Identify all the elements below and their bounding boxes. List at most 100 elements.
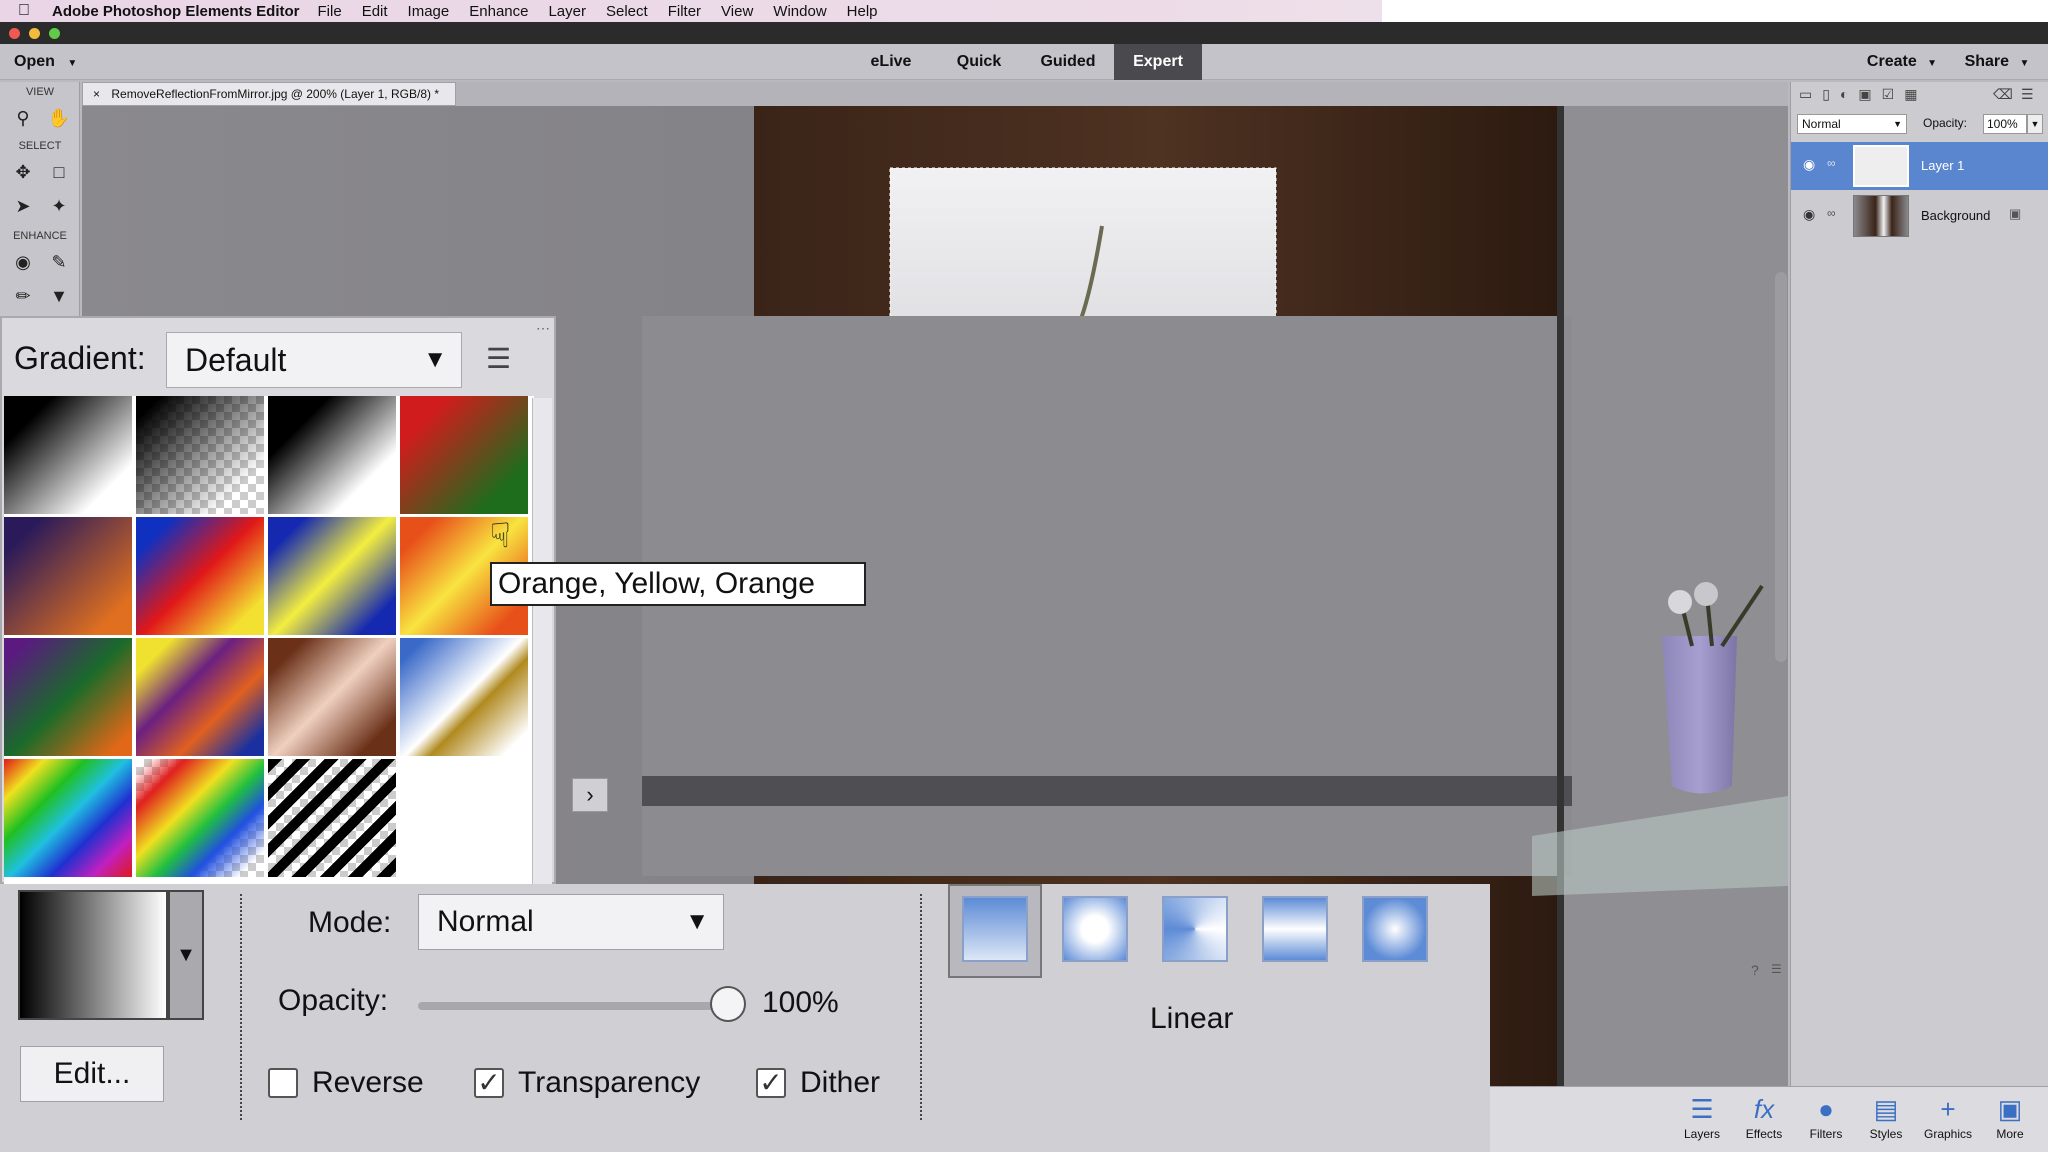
red-eye-tool-icon[interactable]: ◉ xyxy=(8,248,38,276)
reflected-gradient-button[interactable] xyxy=(1262,896,1328,962)
open-label: Open xyxy=(14,53,55,70)
magic-wand-tool-icon[interactable]: ✦ xyxy=(44,192,74,220)
eye-visibility-icon[interactable]: ◉ xyxy=(1803,156,1815,173)
tab-expert[interactable]: Expert xyxy=(1114,44,1202,80)
layer-thumbnail xyxy=(1853,145,1909,187)
blue-red-yellow-gradient-swatch[interactable] xyxy=(136,517,264,635)
transparent-stripes-gradient-swatch[interactable] xyxy=(268,759,396,877)
zoom-window-button[interactable] xyxy=(49,28,60,39)
menu-help[interactable]: Help xyxy=(847,3,878,20)
menu-layer[interactable]: Layer xyxy=(548,3,586,20)
move-tool-icon[interactable]: ✥ xyxy=(8,158,38,186)
layer-row[interactable]: ◉ ∞ Layer 1 xyxy=(1791,142,2048,190)
gradient-preset-select[interactable]: Default ▼ xyxy=(166,332,462,388)
app-name-menu[interactable]: Adobe Photoshop Elements Editor xyxy=(52,3,300,20)
apple-menu-icon[interactable]:  xyxy=(18,2,40,20)
angle-gradient-button[interactable] xyxy=(1162,896,1228,962)
diamond-gradient-button[interactable] xyxy=(1362,896,1428,962)
menu-filter[interactable]: Filter xyxy=(668,3,701,20)
smart-brush-tool-icon[interactable]: ✏ xyxy=(8,282,38,310)
options-menu-icon[interactable]: ☰ xyxy=(1771,962,1782,976)
link-icon[interactable]: ∞ xyxy=(1827,156,1836,170)
black-white-gradient-swatch[interactable] xyxy=(268,396,396,514)
opacity-slider-thumb[interactable] xyxy=(710,986,746,1022)
effects-panel-button[interactable]: fx Effects xyxy=(1736,1087,1792,1141)
violet-orange-gradient-swatch[interactable] xyxy=(4,517,132,635)
edit-gradient-button[interactable]: Edit... xyxy=(20,1046,164,1102)
yellow-violet-orange-blue-gradient-swatch[interactable] xyxy=(136,638,264,756)
toolbox-select-heading: SELECT xyxy=(18,140,62,152)
opacity-slider-track[interactable] xyxy=(418,1002,744,1010)
mode-select[interactable]: Normal ▼ xyxy=(418,894,724,950)
copper-gradient-swatch[interactable] xyxy=(268,638,396,756)
linear-gradient-button[interactable] xyxy=(962,896,1028,962)
expand-right-button[interactable]: › xyxy=(572,778,608,812)
layer-name: Background xyxy=(1921,208,1991,223)
blend-mode-select[interactable]: Normal ▼ xyxy=(1797,114,1907,134)
close-window-button[interactable] xyxy=(9,28,20,39)
new-group-icon[interactable]: ▯ xyxy=(1822,86,1840,102)
panel-menu-icon[interactable]: ☰ xyxy=(2021,86,2034,103)
chrome-gradient-swatch[interactable] xyxy=(400,638,528,756)
tab-quick[interactable]: Quick xyxy=(944,44,1014,80)
zoom-tool-icon[interactable]: ⚲ xyxy=(8,104,38,132)
menu-edit[interactable]: Edit xyxy=(362,3,388,20)
new-layer-icon[interactable]: ▭ xyxy=(1799,86,1822,102)
menu-enhance[interactable]: Enhance xyxy=(469,3,528,20)
layers-panel-button[interactable]: ☰ Layers xyxy=(1674,1087,1730,1141)
menu-image[interactable]: Image xyxy=(408,3,450,20)
share-button[interactable]: Share ▼ xyxy=(1960,44,2034,80)
filters-panel-button[interactable]: ● Filters xyxy=(1798,1087,1854,1141)
lock-icon[interactable]: ▣ xyxy=(2009,206,2021,222)
document-tab[interactable]: × RemoveReflectionFromMirror.jpg @ 200% … xyxy=(82,82,456,106)
lock-all-icon[interactable]: ▦ xyxy=(1904,86,1927,102)
open-button[interactable]: Open ▼ xyxy=(14,44,94,80)
clone-stamp-tool-icon[interactable]: ▼ xyxy=(44,282,74,310)
tab-guided[interactable]: Guided xyxy=(1030,44,1106,80)
trash-icon[interactable]: ⌫ xyxy=(1993,86,2013,103)
layer-row[interactable]: ◉ ∞ Background ▣ xyxy=(1791,192,2048,240)
radial-gradient-button[interactable] xyxy=(1062,896,1128,962)
link-icon[interactable]: ∞ xyxy=(1827,206,1836,220)
chevron-down-icon[interactable]: ▼ xyxy=(168,890,204,1020)
transparent-rainbow-gradient-swatch[interactable] xyxy=(136,759,264,877)
swatch-scrollbar[interactable] xyxy=(532,398,552,884)
menu-view[interactable]: View xyxy=(721,3,753,20)
spot-healing-tool-icon[interactable]: ✎ xyxy=(44,248,74,276)
resize-grip-icon[interactable]: ⋯ xyxy=(536,320,550,337)
layer-opacity-input[interactable]: 100% xyxy=(1983,114,2027,134)
gradient-type-label: Linear xyxy=(1150,1002,1234,1035)
foreground-to-transparent-gradient-swatch[interactable] xyxy=(136,396,264,514)
styles-panel-button[interactable]: ▤ Styles xyxy=(1858,1087,1914,1141)
picker-menu-icon[interactable]: ☰ xyxy=(486,342,511,375)
gradient-preview-swatch[interactable] xyxy=(18,890,168,1020)
dither-checkbox[interactable]: ✓ xyxy=(756,1068,786,1098)
canvas-vertical-scrollbar[interactable] xyxy=(1775,272,1787,662)
help-icon[interactable]: ? xyxy=(1751,962,1759,978)
close-document-icon[interactable]: × xyxy=(93,87,100,101)
layer-mask-icon[interactable]: ▣ xyxy=(1858,86,1881,102)
minimize-window-button[interactable] xyxy=(29,28,40,39)
eye-visibility-icon[interactable]: ◉ xyxy=(1803,206,1815,223)
spectrum-gradient-swatch[interactable] xyxy=(4,759,132,877)
graphics-panel-button[interactable]: + Graphics xyxy=(1920,1087,1976,1141)
menu-file[interactable]: File xyxy=(318,3,342,20)
menu-select[interactable]: Select xyxy=(606,3,648,20)
foreground-to-background-gradient-swatch[interactable] xyxy=(4,396,132,514)
hand-tool-icon[interactable]: ✋ xyxy=(44,104,74,132)
lock-icon[interactable]: ☑ xyxy=(1882,86,1905,102)
blue-yellow-blue-gradient-swatch[interactable] xyxy=(268,517,396,635)
marquee-tool-icon[interactable]: □ xyxy=(44,158,74,186)
create-button[interactable]: Create ▼ xyxy=(1862,44,1942,80)
adjustment-layer-icon[interactable]: ◐ xyxy=(1840,86,1858,102)
share-label: Share xyxy=(1964,53,2010,70)
transparency-checkbox[interactable]: ✓ xyxy=(474,1068,504,1098)
chevron-down-icon[interactable]: ▼ xyxy=(2027,114,2043,134)
menu-window[interactable]: Window xyxy=(773,3,826,20)
more-panel-button[interactable]: ▣ More xyxy=(1982,1087,2038,1141)
violet-green-orange-gradient-swatch[interactable] xyxy=(4,638,132,756)
tab-elive[interactable]: eLive xyxy=(860,44,922,80)
reverse-checkbox[interactable] xyxy=(268,1068,298,1098)
lasso-tool-icon[interactable]: ➤ xyxy=(8,192,38,220)
red-green-gradient-swatch[interactable] xyxy=(400,396,528,514)
